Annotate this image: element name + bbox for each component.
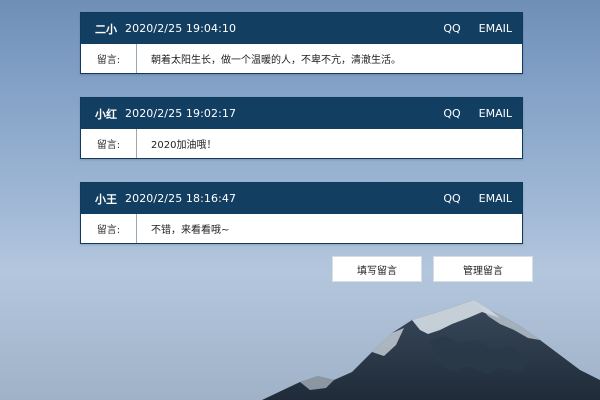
message-label: 留言: — [81, 44, 137, 73]
qq-link[interactable]: QQ — [443, 192, 460, 205]
message-header: 小红 2020/2/25 19:02:17 QQ EMAIL — [81, 98, 522, 129]
message-author: 小红 — [95, 107, 117, 121]
message-card: 小红 2020/2/25 19:02:17 QQ EMAIL 留言: 2020加… — [80, 97, 523, 159]
message-author: 小王 — [95, 192, 117, 206]
message-header: 二小 2020/2/25 19:04:10 QQ EMAIL — [81, 13, 522, 44]
qq-link[interactable]: QQ — [443, 22, 460, 35]
message-label: 留言: — [81, 129, 137, 158]
message-board: 二小 2020/2/25 19:04:10 QQ EMAIL 留言: 朝着太阳生… — [80, 12, 523, 267]
action-bar: 填写留言 管理留言 — [332, 256, 533, 282]
message-author: 二小 — [95, 22, 117, 36]
message-content: 朝着太阳生长，做一个温暖的人，不卑不亢，清澈生活。 — [151, 55, 401, 66]
qq-link[interactable]: QQ — [443, 107, 460, 120]
message-body: 留言: 不错，来看看哦~ — [81, 214, 522, 243]
message-header: 小王 2020/2/25 18:16:47 QQ EMAIL — [81, 183, 522, 214]
message-content: 2020加油哦！ — [151, 140, 217, 151]
message-time: 2020/2/25 18:16:47 — [125, 192, 237, 205]
message-card: 二小 2020/2/25 19:04:10 QQ EMAIL 留言: 朝着太阳生… — [80, 12, 523, 74]
message-time: 2020/2/25 19:04:10 — [125, 22, 237, 35]
write-message-button[interactable]: 填写留言 — [332, 256, 422, 282]
message-time: 2020/2/25 19:02:17 — [125, 107, 237, 120]
message-label: 留言: — [81, 214, 137, 243]
message-content: 不错，来看看哦~ — [151, 225, 230, 236]
email-link[interactable]: EMAIL — [479, 22, 512, 35]
message-card: 小王 2020/2/25 18:16:47 QQ EMAIL 留言: 不错，来看… — [80, 182, 523, 244]
message-body: 留言: 朝着太阳生长，做一个温暖的人，不卑不亢，清澈生活。 — [81, 44, 522, 73]
email-link[interactable]: EMAIL — [479, 107, 512, 120]
manage-messages-button[interactable]: 管理留言 — [433, 256, 533, 282]
message-body: 留言: 2020加油哦！ — [81, 129, 522, 158]
email-link[interactable]: EMAIL — [479, 192, 512, 205]
